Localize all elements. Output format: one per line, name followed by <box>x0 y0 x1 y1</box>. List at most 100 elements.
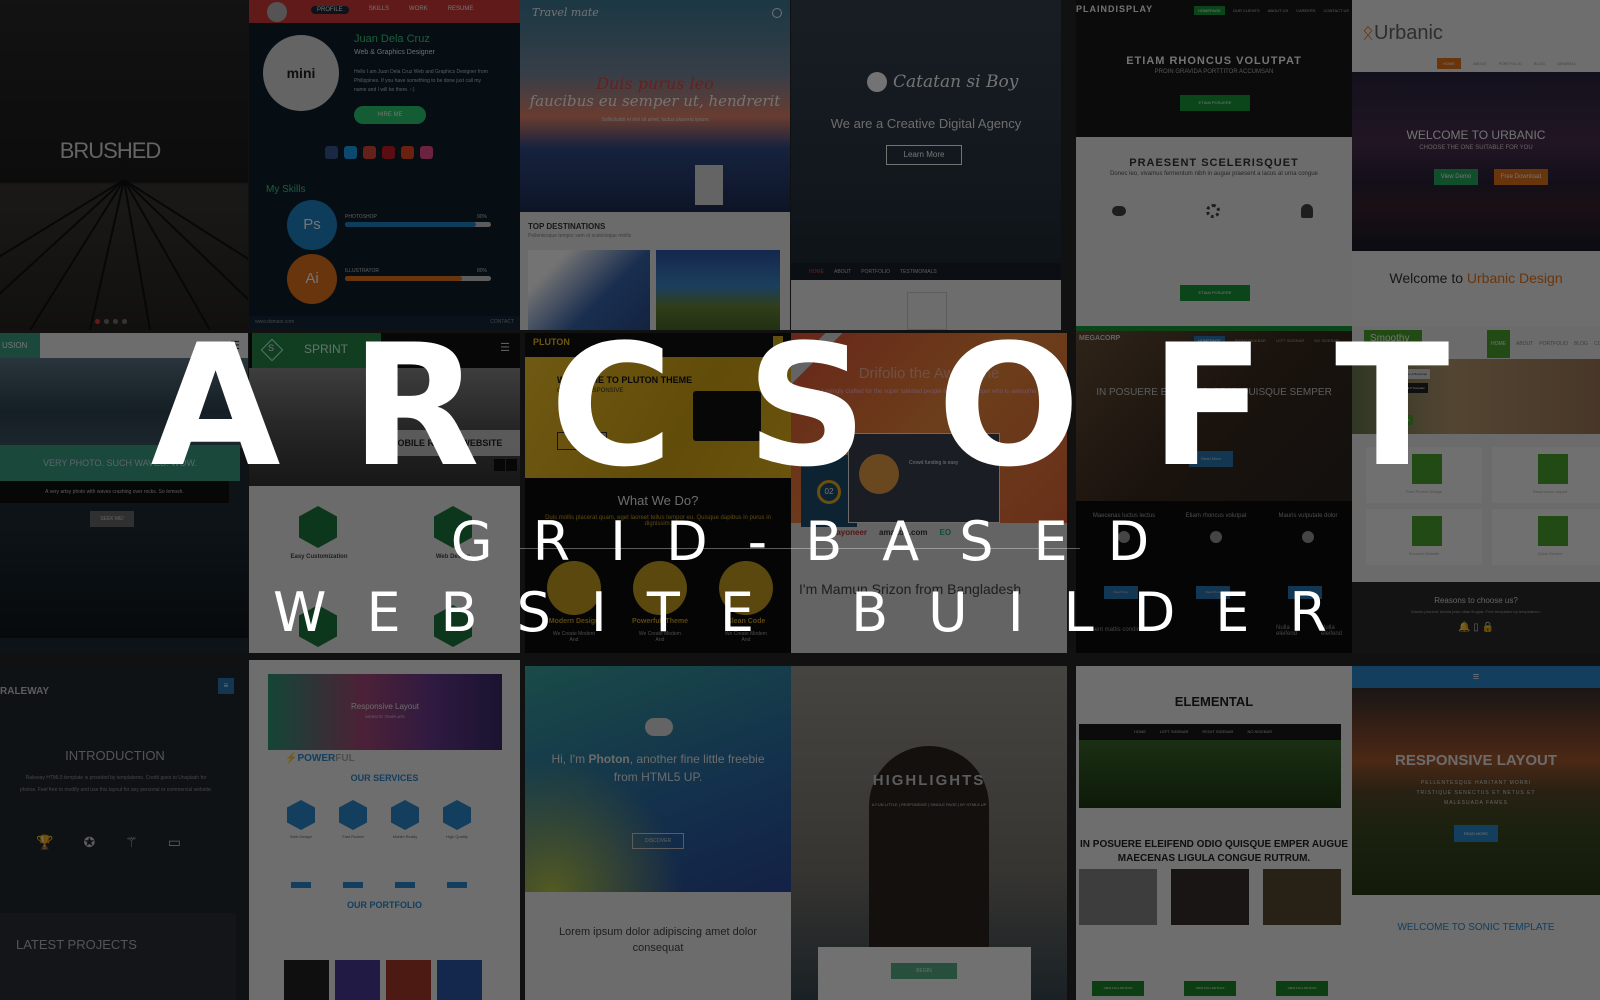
learn-more-button[interactable]: Learn More <box>886 145 962 165</box>
nav-portfolio[interactable]: PORTFOLIO <box>1499 58 1522 69</box>
nav-profile[interactable]: PROFILE <box>311 6 349 14</box>
nav-about[interactable]: ABOUT <box>1516 330 1533 358</box>
portfolio-item[interactable] <box>437 960 482 1000</box>
view-demo-button[interactable]: View Demo <box>1434 169 1478 185</box>
hamburger-icon[interactable]: ≡ <box>1352 666 1600 688</box>
nav-left-sidebar[interactable]: LEFT SIDEBAR <box>1276 336 1304 345</box>
twitter-icon[interactable] <box>344 146 357 159</box>
nav-portfolio[interactable]: PORTFOLIO <box>861 269 890 280</box>
menu-icon[interactable] <box>773 336 783 348</box>
nav-testimonials[interactable]: TESTIMONIALS <box>900 269 937 280</box>
view-full-details-button[interactable]: VIEW FULL DETAILS <box>1276 981 1328 996</box>
service-read-more[interactable] <box>343 882 363 888</box>
nav-contact-us[interactable]: CONTACT US <box>1323 6 1349 15</box>
raleway-logo[interactable]: RALEWAY <box>0 686 49 697</box>
google-plus-icon[interactable] <box>363 146 376 159</box>
nav-homepage[interactable]: HOMEPAGE <box>1194 6 1225 15</box>
begin-button[interactable]: BEGIN <box>891 963 957 979</box>
footer-domain[interactable]: www.domain.com <box>255 319 294 325</box>
nav-right-sidebar[interactable]: RIGHT SIDEBAR <box>1235 336 1266 345</box>
gallery-photo[interactable] <box>1079 869 1157 925</box>
urbanic-logo[interactable]: ᛟUrbanic <box>1362 22 1443 45</box>
gallery-photo[interactable] <box>1263 869 1341 925</box>
discover-button[interactable]: DISCOVER <box>632 833 684 849</box>
destination-photo-dubai[interactable] <box>656 250 780 330</box>
nav-blog[interactable]: BLOG <box>1574 330 1588 358</box>
menu-icon[interactable] <box>772 8 782 18</box>
nav-portfolio[interactable]: PORTFOLIO <box>1539 330 1568 358</box>
service-read-more[interactable] <box>291 882 311 888</box>
service-read-more[interactable] <box>447 882 467 888</box>
view-full-details-button[interactable]: VIEW FULL DETAILS <box>1092 981 1144 996</box>
nav-home[interactable]: HOME <box>809 269 824 280</box>
nav-no-sidebar[interactable]: NO SIDEBAR <box>1247 729 1272 734</box>
slide-read-more[interactable]: Read More <box>1392 415 1413 425</box>
next-arrow[interactable] <box>506 459 517 471</box>
destination-photo-santorini[interactable] <box>528 250 650 330</box>
nav-skills[interactable]: SKILLS <box>369 6 389 14</box>
etiam-posuere-button[interactable]: ETIAM POSUERE <box>1180 95 1250 111</box>
smoothy-logo[interactable]: Smoothy MultiPurpose Theme <box>1364 330 1422 358</box>
nav-blog[interactable]: BLOG <box>1534 58 1545 69</box>
powerful-logo[interactable]: ⚡POWERFUL <box>285 753 355 764</box>
nav-left-sidebar[interactable]: LEFT SIDEBAR <box>1160 729 1188 734</box>
portfolio-item[interactable] <box>335 960 380 1000</box>
facebook-icon[interactable] <box>325 146 338 159</box>
seek-me-button[interactable]: SEEK ME! <box>90 511 134 527</box>
pluton-logo[interactable]: PLUTON <box>533 337 570 347</box>
slider-dots[interactable] <box>95 319 127 324</box>
stumbleupon-icon[interactable] <box>401 146 414 159</box>
read-more-button[interactable]: Read More <box>1288 586 1322 599</box>
nav-general[interactable]: GENERAL <box>1557 58 1576 69</box>
fusion-logo[interactable]: USION <box>0 333 40 358</box>
pinterest-icon[interactable] <box>382 146 395 159</box>
portfolio-item[interactable] <box>386 960 431 1000</box>
hire-me-button[interactable]: HIRE ME <box>354 106 426 124</box>
nav-home[interactable]: HOME <box>1487 330 1510 358</box>
travel-logo[interactable]: Travel mate <box>532 6 599 19</box>
nav-our-clients[interactable]: OUR CLIENTS <box>1233 6 1260 15</box>
hamburger-icon[interactable]: ☰ <box>230 339 240 352</box>
gallery-photo[interactable] <box>1171 869 1249 925</box>
pluton-hero: WELCOME TO PLUTON THEME CLEAN & RESPONSI… <box>525 357 791 478</box>
read-more-button[interactable]: Read More <box>1189 451 1233 467</box>
plaindisplay-logo[interactable]: PLAINDISPLAY <box>1076 4 1153 14</box>
sprint-logo-box[interactable]: S SPRINT <box>252 333 381 368</box>
nav-home[interactable]: HOME <box>1134 729 1146 734</box>
nav-about[interactable]: ABOUT <box>834 269 851 280</box>
read-more-button[interactable]: Read More <box>1196 586 1230 599</box>
smoothy-nav: HOME ABOUT PORTFOLIO BLOG CONTACT <box>1487 330 1600 358</box>
nav-careers[interactable]: CAREERS <box>1296 6 1315 15</box>
service-read-more[interactable] <box>395 882 415 888</box>
download-button[interactable]: Download <box>557 432 607 450</box>
free-download-button[interactable]: Free Download <box>1494 169 1548 185</box>
rocks-photo <box>0 528 248 638</box>
megacorp-logo[interactable]: MEGACORP <box>1079 335 1120 342</box>
projects-title: LATEST PROJECTS <box>16 937 137 952</box>
read-more-button[interactable]: READ MORE <box>1454 825 1498 842</box>
hamburger-icon[interactable]: ≡ <box>218 678 234 694</box>
nav-home[interactable]: HOME <box>1437 58 1461 69</box>
feature-sub: We Create Modern And <box>552 631 596 643</box>
nav-resume[interactable]: RESUME <box>448 6 474 14</box>
plaindisplay-hero-title: ETIAM RHONCUS VOLUTPAT <box>1126 55 1302 67</box>
nav-homepage[interactable]: HOMEPAGE <box>1194 336 1225 345</box>
feature-icon-circle <box>719 561 773 615</box>
photon-section-title: Lorem ipsum dolor adipiscing amet dolor … <box>558 926 758 954</box>
prev-arrow[interactable] <box>494 459 505 471</box>
nav-right-sidebar[interactable]: RIGHT SIDEBAR <box>1202 729 1233 734</box>
dribbble-icon[interactable] <box>420 146 433 159</box>
elemental-logo[interactable]: ELEMENTAL <box>1076 694 1352 709</box>
hamburger-icon[interactable]: ☰ <box>500 341 510 354</box>
smoothy-slider: Responsive & Bootstrap Free HTML5 Templa… <box>1352 359 1600 434</box>
nav-about[interactable]: ABOUT <box>1473 58 1487 69</box>
etiam-posuere-button-2[interactable]: ETIAM POSUERE <box>1180 285 1250 301</box>
read-more-button[interactable]: Read More <box>1104 586 1138 599</box>
portfolio-item[interactable] <box>284 960 329 1000</box>
nav-about-us[interactable]: ABOUT US <box>1268 6 1288 15</box>
footer-contact[interactable]: CONTACT <box>490 319 514 325</box>
view-full-details-button[interactable]: VIEW FULL DETAILS <box>1184 981 1236 996</box>
nav-work[interactable]: WORK <box>409 6 428 14</box>
nav-contact[interactable]: CONTACT <box>1594 330 1600 358</box>
nav-no-sidebar[interactable]: NO SIDEBAR <box>1314 336 1339 345</box>
